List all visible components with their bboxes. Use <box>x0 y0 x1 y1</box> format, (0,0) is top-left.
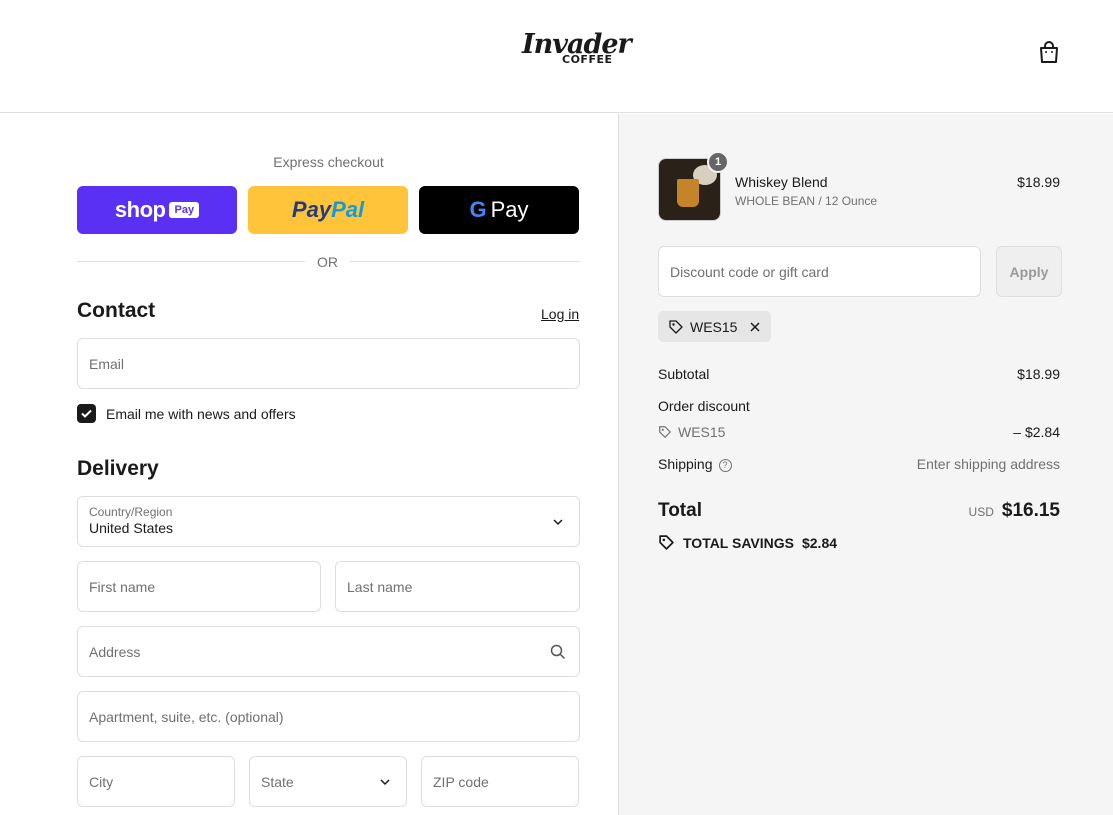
state-label: State <box>261 773 294 790</box>
shipping-value: Enter shipping address <box>916 456 1060 472</box>
discount-placeholder: Discount code or gift card <box>670 263 829 280</box>
google-pay-label: Pay <box>490 197 529 222</box>
discount-code-label: WES15 <box>678 424 726 440</box>
close-icon[interactable] <box>749 321 761 333</box>
question-circle-icon[interactable]: ? <box>718 458 732 472</box>
country-select[interactable]: Country/Region United States <box>77 496 580 547</box>
contact-heading: Contact <box>77 299 156 322</box>
country-value: United States <box>89 520 174 536</box>
discount-code-row: WES15 <box>658 424 725 440</box>
last-name-placeholder: Last name <box>347 578 413 595</box>
zip-placeholder: ZIP code <box>433 773 489 790</box>
address-placeholder: Address <box>89 643 141 660</box>
search-icon <box>550 644 566 660</box>
site-header: Invader COFFEE <box>0 0 1113 113</box>
or-separator: OR <box>317 254 338 270</box>
divider-left <box>77 261 305 262</box>
order-discount-label: Order discount <box>658 398 750 414</box>
country-label: Country/Region <box>89 505 173 519</box>
subtotal-label: Subtotal <box>658 366 710 382</box>
last-name-field[interactable]: Last name <box>335 561 580 612</box>
city-placeholder: City <box>89 773 114 790</box>
email-field[interactable]: Email <box>77 338 580 389</box>
shop-pay-badge: Pay <box>169 202 200 218</box>
zip-field[interactable]: ZIP code <box>421 756 579 807</box>
shopping-bag-icon[interactable] <box>1038 40 1060 64</box>
email-placeholder: Email <box>89 355 125 372</box>
delivery-heading: Delivery <box>77 457 159 480</box>
product-name: Whiskey Blend <box>735 174 828 190</box>
total-label: Total <box>658 500 702 521</box>
brand-logo[interactable]: Invader COFFEE <box>522 30 632 70</box>
paypal-wordmark-pal: Pal <box>331 197 365 222</box>
paypal-wordmark-pay: Pay <box>291 197 332 222</box>
quantity-badge: 1 <box>707 151 729 173</box>
shop-pay-wordmark: shop <box>114 197 166 222</box>
logo-subtitle: COFFEE <box>562 53 613 66</box>
apartment-placeholder: Apartment, suite, etc. (optional) <box>89 708 284 725</box>
newsletter-label: Email me with news and offers <box>106 405 296 422</box>
discount-value: – $2.84 <box>1013 424 1060 440</box>
shipping-label: Shipping <box>658 456 713 472</box>
savings-label: TOTAL SAVINGS <box>683 534 794 551</box>
product-price: $18.99 <box>1017 174 1060 190</box>
paypal-button[interactable]: Pay Pal <box>248 186 408 234</box>
express-checkout-title: Express checkout <box>273 154 384 170</box>
total-value: $16.15 <box>1001 500 1060 521</box>
first-name-field[interactable]: First name <box>77 561 321 612</box>
applied-code: WES15 <box>690 318 738 335</box>
subtotal-value: $18.99 <box>1017 366 1060 382</box>
shipping-row: Shipping? <box>658 456 732 472</box>
applied-discount-chip: WES15 <box>658 311 772 342</box>
tag-icon <box>659 535 674 550</box>
order-summary: 1 Whiskey Blend WHOLE BEAN / 12 Ounce $1… <box>618 114 1113 815</box>
discount-code-input[interactable]: Discount code or gift card <box>658 246 981 297</box>
tag-icon <box>659 426 671 438</box>
newsletter-checkbox-row[interactable]: Email me with news and offers <box>77 404 296 423</box>
checkout-form-column: Express checkout shop Pay Pay Pal G Pay O… <box>0 114 618 815</box>
total-amount: USD $16.15 <box>969 500 1060 522</box>
currency-code: USD <box>968 505 994 519</box>
address-field[interactable]: Address <box>77 626 580 677</box>
first-name-placeholder: First name <box>89 578 156 595</box>
divider-right <box>350 261 580 262</box>
state-select[interactable]: State <box>249 756 407 807</box>
chevron-down-icon <box>553 519 563 526</box>
city-field[interactable]: City <box>77 756 235 807</box>
apply-button[interactable]: Apply <box>996 246 1062 297</box>
product-variant: WHOLE BEAN / 12 Ounce <box>735 194 878 208</box>
google-g-icon: G <box>469 197 487 222</box>
google-pay-button[interactable]: G Pay <box>419 186 579 234</box>
tag-icon <box>669 319 683 334</box>
chevron-down-icon <box>380 779 390 786</box>
total-savings: TOTAL SAVINGS $2.84 <box>658 534 837 551</box>
newsletter-checkbox[interactable] <box>77 404 96 423</box>
apartment-field[interactable]: Apartment, suite, etc. (optional) <box>77 691 580 742</box>
checkmark-icon <box>81 409 92 418</box>
shop-pay-button[interactable]: shop Pay <box>77 186 237 234</box>
log-in-link[interactable]: Log in <box>541 306 579 322</box>
savings-value: $2.84 <box>801 534 838 551</box>
